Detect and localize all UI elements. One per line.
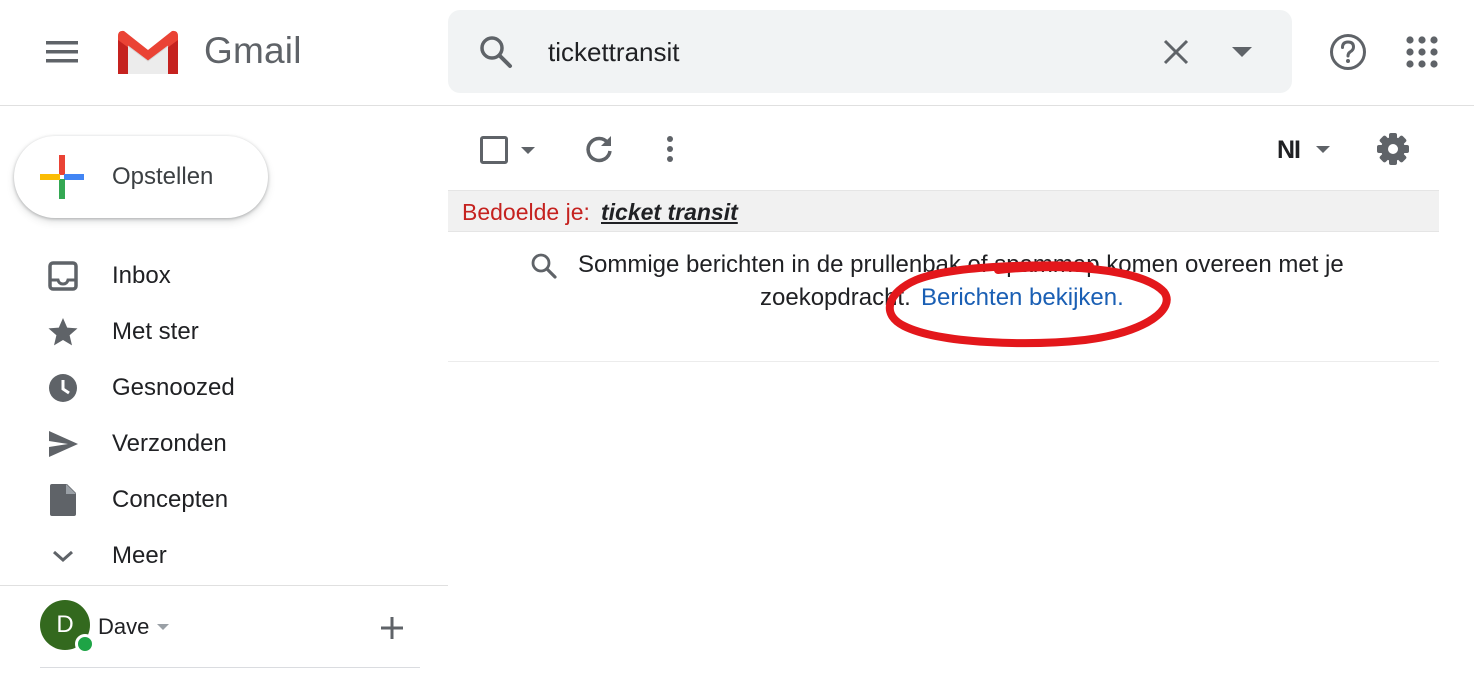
google-apps-button[interactable] bbox=[1398, 28, 1446, 76]
sidebar-item-label: Meer bbox=[112, 542, 167, 569]
compose-label: Opstellen bbox=[112, 163, 214, 190]
content-divider bbox=[448, 361, 1439, 362]
sidebar-item-inbox[interactable]: Inbox bbox=[0, 249, 440, 301]
app-name: Gmail bbox=[204, 30, 302, 71]
caret-down-icon[interactable] bbox=[516, 138, 540, 162]
plus-icon bbox=[40, 155, 84, 199]
sidebar-item-label: Gesnoozed bbox=[112, 374, 235, 401]
inbox-icon bbox=[48, 261, 78, 291]
chevron-down-icon bbox=[53, 550, 73, 563]
help-icon bbox=[1330, 34, 1366, 70]
sidebar-item-label: Met ster bbox=[112, 318, 199, 345]
sidebar-item-snoozed[interactable]: Gesnoozed bbox=[0, 361, 440, 413]
star-icon bbox=[48, 318, 78, 346]
sidebar-item-drafts[interactable]: Concepten bbox=[0, 473, 440, 525]
sidebar-item-label: Inbox bbox=[112, 262, 171, 289]
refresh-icon bbox=[586, 136, 612, 163]
view-messages-link[interactable]: Berichten bekijken. bbox=[921, 284, 1124, 312]
header: Gmail bbox=[0, 0, 1474, 106]
hangouts-divider bbox=[40, 667, 420, 668]
suggestion-link[interactable]: ticket transit bbox=[601, 199, 738, 226]
start-chat-button[interactable] bbox=[372, 608, 412, 648]
avatar-initial: D bbox=[56, 611, 74, 638]
gear-icon bbox=[1377, 133, 1409, 165]
clear-search-button[interactable] bbox=[1154, 30, 1198, 74]
apps-grid-icon bbox=[1406, 36, 1438, 68]
search-options-button[interactable] bbox=[1222, 32, 1262, 72]
trash-spam-notice-continued: zoekopdracht. bbox=[760, 284, 911, 311]
caret-down-icon bbox=[1232, 47, 1252, 57]
clock-icon bbox=[49, 374, 77, 402]
more-vert-icon bbox=[667, 136, 673, 162]
compose-button[interactable]: Opstellen bbox=[14, 136, 268, 218]
sidebar-divider bbox=[0, 585, 448, 586]
send-icon bbox=[49, 431, 78, 457]
input-tools-button[interactable]: NI bbox=[1268, 132, 1340, 168]
sidebar-item-label: Concepten bbox=[112, 486, 229, 513]
trash-spam-notice: Sommige berichten in de prullenbak of sp… bbox=[578, 251, 1344, 278]
gmail-logo-icon[interactable] bbox=[114, 28, 182, 76]
sidebar-item-starred[interactable]: Met ster bbox=[0, 305, 440, 357]
input-tools-label: NI bbox=[1277, 136, 1301, 164]
search-button[interactable] bbox=[476, 32, 516, 72]
sidebar-item-label: Verzonden bbox=[112, 430, 227, 457]
help-button[interactable] bbox=[1324, 28, 1372, 76]
hamburger-menu-icon bbox=[46, 41, 78, 63]
draft-icon bbox=[50, 484, 76, 516]
plus-icon bbox=[381, 617, 403, 639]
refresh-button[interactable] bbox=[578, 128, 620, 170]
more-options-button[interactable] bbox=[650, 128, 690, 170]
caret-down-icon[interactable] bbox=[154, 618, 172, 636]
suggestion-prefix: Bedoelde je: bbox=[462, 199, 590, 225]
search-icon bbox=[480, 36, 512, 68]
caret-down-icon bbox=[1316, 146, 1330, 153]
main-menu-button[interactable] bbox=[38, 28, 88, 76]
sidebar-item-sent[interactable]: Verzonden bbox=[0, 417, 440, 469]
close-icon bbox=[1163, 39, 1189, 65]
search-icon bbox=[528, 250, 560, 282]
select-all-checkbox[interactable] bbox=[480, 136, 508, 164]
search-bar bbox=[448, 10, 1292, 93]
online-status-dot bbox=[75, 634, 95, 654]
spelling-suggestion-bar: Bedoelde je: ticket transit bbox=[448, 190, 1439, 232]
search-input[interactable] bbox=[548, 30, 1108, 74]
user-name[interactable]: Dave bbox=[98, 614, 149, 640]
sidebar-item-more[interactable]: Meer bbox=[0, 529, 440, 581]
settings-button[interactable] bbox=[1370, 126, 1416, 172]
